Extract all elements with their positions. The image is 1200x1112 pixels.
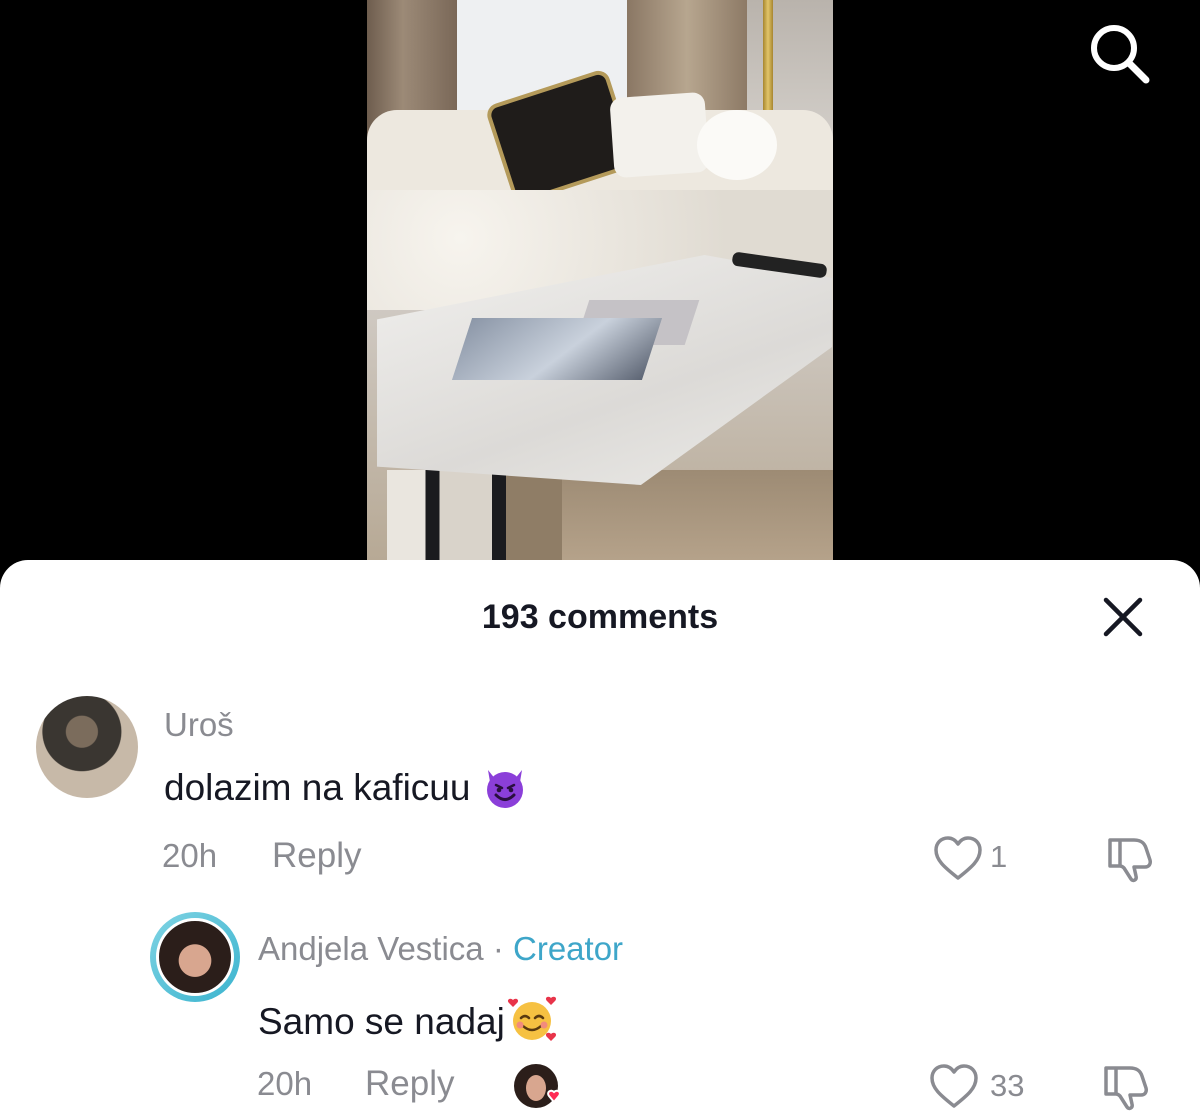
like-count: 33 [990,1068,1025,1103]
video-book [451,318,663,380]
reply-timestamp: 20h [257,1065,313,1102]
heart-icon[interactable] [932,834,984,882]
video-pillow-dragonfly [609,91,710,179]
video-lamp [763,0,773,110]
reply-text: Samo se nadaj [258,992,559,1046]
dislike-icon[interactable] [1100,1060,1152,1112]
smiling-face-with-hearts-emoji-icon [507,996,556,1041]
liked-by-creator-icon [514,1064,561,1108]
close-icon[interactable] [1102,596,1144,638]
smiling-devil-emoji-icon [487,770,524,808]
comment-username[interactable]: Uroš [164,706,234,744]
video-frame[interactable] [367,0,833,560]
reply-button[interactable]: Reply [365,1064,454,1104]
dislike-icon[interactable] [1104,832,1156,884]
reply-username[interactable]: Andjela Vestica [258,930,484,967]
search-icon[interactable] [1086,20,1152,86]
creator-badge: Creator [513,930,624,967]
video-player[interactable] [0,0,1200,600]
video-table-base [387,470,562,560]
comment-text-body: dolazim na kaficuu [164,767,471,808]
heart-icon[interactable] [928,1062,980,1110]
video-pillow-round [697,110,777,180]
avatar[interactable] [36,696,138,798]
avatar[interactable] [156,918,234,996]
separator-dot: · [492,930,504,967]
reply-username-line: Andjela Vestica · Creator [258,930,623,968]
reply-button[interactable]: Reply [272,836,361,876]
comment-timestamp: 20h [162,837,218,874]
like-count: 1 [990,839,1008,874]
comments-sheet: 193 comments Uroš dolazim na kaficuu 20h… [0,560,1200,1112]
video-floor [562,470,833,560]
comment-text: dolazim na kaficuu [164,764,528,810]
reply-text-body: Samo se nadaj [258,1001,505,1042]
comments-count-title: 193 comments [481,598,719,636]
